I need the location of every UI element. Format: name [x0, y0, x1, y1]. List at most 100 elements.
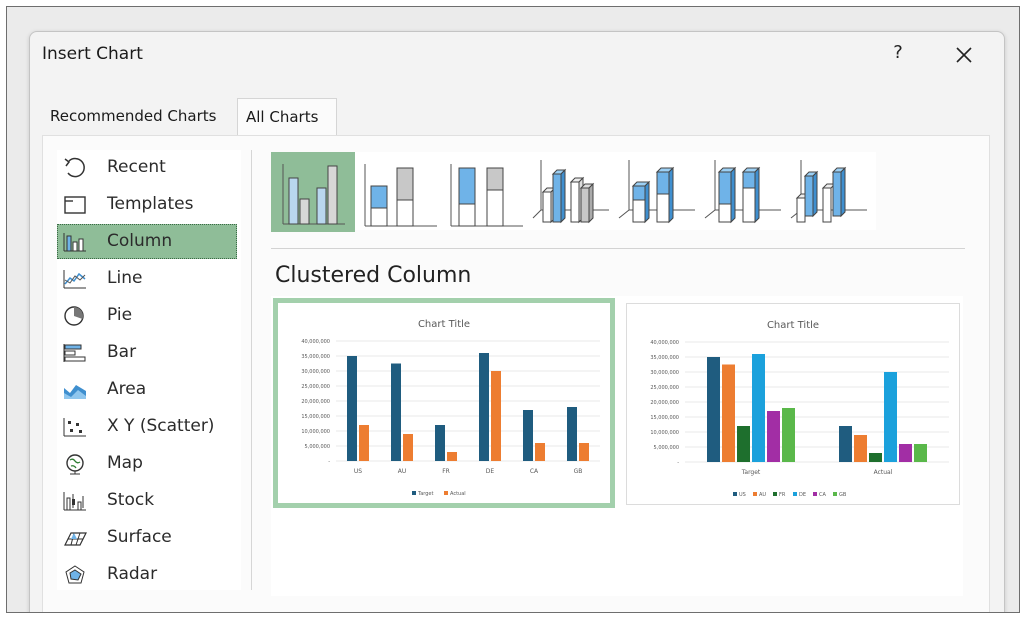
legend-swatch	[833, 492, 837, 496]
x-tick-label: CA	[530, 468, 539, 475]
100-stacked-column-icon	[443, 152, 527, 232]
bar-us-target	[347, 356, 357, 461]
stock-chart-icon	[62, 490, 88, 512]
3d-100-stacked-column-icon	[701, 152, 785, 232]
radar-chart-icon	[62, 564, 88, 586]
category-bar[interactable]: Bar	[57, 335, 237, 370]
line-chart-icon	[62, 268, 88, 290]
y-tick-label: -	[677, 460, 679, 466]
legend-swatch	[773, 492, 777, 496]
bar-de-actual	[491, 371, 501, 461]
category-radar[interactable]: Radar	[57, 557, 237, 592]
legend-label: DE	[799, 492, 806, 498]
category-pie[interactable]: Pie	[57, 298, 237, 333]
legend-swatch	[753, 492, 757, 496]
subtype-3d-column[interactable]	[787, 152, 871, 232]
chart-preview-by-category: Chart Title40,000,00035,000,00030,000,00…	[278, 303, 610, 503]
legend-label: Actual	[450, 491, 466, 497]
preview-by-category[interactable]: Chart Title40,000,00035,000,00030,000,00…	[273, 298, 615, 508]
tab-all-charts[interactable]: All Charts	[237, 98, 337, 136]
subtype-100-stacked-column[interactable]	[443, 152, 527, 232]
category-templates[interactable]: Templates	[57, 187, 237, 222]
category-label: Surface	[107, 527, 172, 547]
bar-de-target	[479, 353, 489, 461]
y-tick-label: -	[328, 459, 330, 465]
pie-chart-icon	[62, 305, 88, 327]
insert-chart-dialog: Insert Chart ? Recommended Charts All Ch…	[29, 31, 1005, 613]
subtype-3d-100-stacked-column[interactable]	[701, 152, 785, 232]
y-tick-label: 30,000,000	[301, 369, 330, 375]
legend-label: GB	[839, 492, 847, 498]
y-tick-label: 5,000,000	[654, 445, 679, 451]
category-line[interactable]: Line	[57, 261, 237, 296]
y-tick-label: 15,000,000	[650, 415, 679, 421]
chart-title: Chart Title	[418, 319, 470, 330]
bar-ca-actual	[535, 443, 545, 461]
category-column[interactable]: Column	[57, 224, 237, 259]
subtype-clustered-column[interactable]	[271, 152, 355, 232]
close-icon	[950, 41, 978, 69]
x-tick-label: DE	[486, 468, 495, 475]
bar-target-de	[752, 354, 765, 462]
preview-by-series[interactable]: Chart Title40,000,00035,000,00030,000,00…	[626, 303, 960, 505]
legend-label: AU	[759, 492, 766, 498]
legend-swatch	[412, 491, 416, 495]
x-tick-label: Target	[741, 469, 761, 476]
y-tick-label: 25,000,000	[650, 385, 679, 391]
subtype-3d-clustered-column[interactable]	[529, 152, 613, 232]
category-label: Bar	[107, 342, 136, 362]
chart-subtype-row	[271, 152, 876, 230]
bar-target-us	[707, 357, 720, 462]
subtype-title: Clustered Column	[275, 263, 471, 288]
bar-actual-au	[854, 435, 867, 462]
bar-target-gb	[782, 408, 795, 462]
bar-actual-us	[839, 426, 852, 462]
x-tick-label: Actual	[874, 469, 893, 476]
templates-icon	[62, 194, 88, 216]
map-chart-icon	[62, 453, 88, 475]
bar-target-au	[722, 365, 735, 463]
subtype-3d-stacked-column[interactable]	[615, 152, 699, 232]
recent-icon	[62, 157, 88, 179]
legend-label: CA	[819, 492, 826, 498]
y-tick-label: 30,000,000	[650, 370, 679, 376]
category-area[interactable]: Area	[57, 372, 237, 407]
legend-swatch	[813, 492, 817, 496]
category-label: Templates	[107, 194, 193, 214]
category-recent[interactable]: Recent	[57, 150, 237, 185]
category-label: Map	[107, 453, 143, 473]
legend-label: FR	[779, 492, 786, 498]
category-label: Pie	[107, 305, 132, 325]
close-button[interactable]	[950, 41, 978, 69]
help-button[interactable]: ?	[886, 42, 910, 68]
category-label: Recent	[107, 157, 166, 177]
all-charts-panel: Recent Templates ColumnLine Pie Bar Area X Y (…	[42, 135, 990, 613]
bar-actual-gb	[914, 444, 927, 462]
y-tick-label: 5,000,000	[305, 444, 330, 450]
3d-stacked-column-icon	[615, 152, 699, 232]
category-map[interactable]: Map	[57, 446, 237, 481]
y-tick-label: 15,000,000	[301, 414, 330, 420]
category-label: Stock	[107, 490, 154, 510]
bar-au-actual	[403, 434, 413, 461]
chart-title: Chart Title	[767, 320, 819, 331]
category-x-y-scatter[interactable]: X Y (Scatter)	[57, 409, 237, 444]
category-label: Area	[107, 379, 146, 399]
stacked-column-icon	[357, 152, 441, 232]
clustered-column-icon	[271, 152, 355, 232]
bar-gb-target	[567, 407, 577, 461]
bar-ca-target	[523, 410, 533, 461]
category-surface[interactable]: Surface	[57, 520, 237, 555]
bar-chart-icon	[62, 342, 88, 364]
legend-label: US	[739, 492, 746, 498]
category-stock[interactable]: Stock	[57, 483, 237, 518]
bar-actual-fr	[869, 453, 882, 462]
divider	[251, 150, 252, 590]
y-tick-label: 35,000,000	[301, 354, 330, 360]
x-tick-label: FR	[442, 468, 450, 475]
tab-recommended-charts[interactable]: Recommended Charts	[42, 98, 234, 136]
y-tick-label: 20,000,000	[301, 399, 330, 405]
y-tick-label: 10,000,000	[650, 430, 679, 436]
subtype-stacked-column[interactable]	[357, 152, 441, 232]
preview-area: Chart Title40,000,00035,000,00030,000,00…	[271, 296, 963, 596]
